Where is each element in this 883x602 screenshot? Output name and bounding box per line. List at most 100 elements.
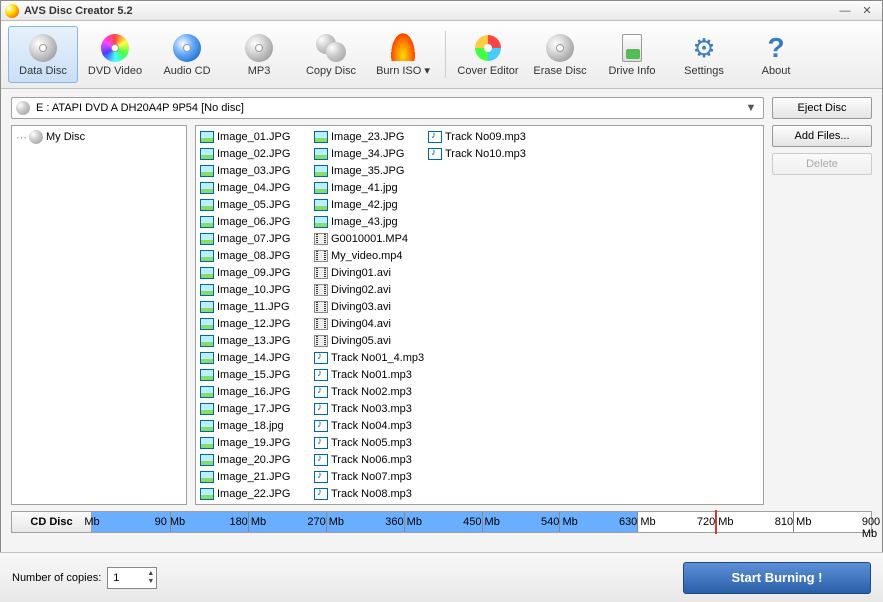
file-name: Image_16.JPG (217, 386, 290, 398)
file-item[interactable]: Image_34.JPG (312, 145, 426, 162)
vid-file-icon (314, 301, 328, 313)
file-item[interactable]: Image_05.JPG (198, 196, 312, 213)
img-file-icon (314, 199, 328, 211)
file-item[interactable]: Image_13.JPG (198, 332, 312, 349)
minimize-button[interactable]: — (834, 4, 856, 18)
copy-disc-button[interactable]: Copy Disc (296, 26, 366, 83)
file-item[interactable]: Track No03.mp3 (312, 400, 426, 417)
file-item[interactable]: Image_35.JPG (312, 162, 426, 179)
spinner-down-icon[interactable]: ▼ (147, 578, 154, 586)
aud-file-icon (314, 369, 328, 381)
file-item[interactable]: Track No01.mp3 (312, 366, 426, 383)
file-item[interactable]: Track No07.mp3 (312, 468, 426, 485)
file-item[interactable]: Image_18.jpg (198, 417, 312, 434)
file-name: Diving04.avi (331, 318, 391, 330)
file-item[interactable]: Track No01_4.mp3 (312, 349, 426, 366)
file-item[interactable]: Diving03.avi (312, 298, 426, 315)
burn-iso-label: Burn ISO ▾ (376, 64, 430, 77)
file-name: Track No01_4.mp3 (331, 352, 424, 364)
audio-cd-button[interactable]: Audio CD (152, 26, 222, 83)
file-item[interactable]: Image_43.jpg (312, 213, 426, 230)
dvd-video-button[interactable]: DVD Video (80, 26, 150, 83)
file-item[interactable]: Image_15.JPG (198, 366, 312, 383)
file-item[interactable]: Image_20.JPG (198, 451, 312, 468)
file-item[interactable]: Diving01.avi (312, 264, 426, 281)
drive-text: E : ATAPI DVD A DH20A4P 9P54 [No disc] (36, 102, 743, 114)
file-item[interactable]: Image_06.JPG (198, 213, 312, 230)
file-item[interactable]: Image_12.JPG (198, 315, 312, 332)
file-item[interactable]: Image_08.JPG (198, 247, 312, 264)
file-item[interactable]: Track No02.mp3 (312, 383, 426, 400)
settings-button[interactable]: ⚙Settings (669, 26, 739, 83)
file-item[interactable]: Image_03.JPG (198, 162, 312, 179)
img-file-icon (200, 182, 214, 194)
file-item[interactable]: Diving02.avi (312, 281, 426, 298)
drive-selector[interactable]: E : ATAPI DVD A DH20A4P 9P54 [No disc] ▼ (11, 97, 764, 119)
file-item[interactable]: Image_21.JPG (198, 468, 312, 485)
mp3-button[interactable]: MP3 (224, 26, 294, 83)
file-item[interactable]: Image_19.JPG (198, 434, 312, 451)
file-item[interactable]: My_video.mp4 (312, 247, 426, 264)
file-item[interactable]: Diving05.avi (312, 332, 426, 349)
img-file-icon (200, 148, 214, 160)
file-name: Image_41.jpg (331, 182, 398, 194)
copies-input[interactable]: 1 ▲ ▼ (107, 567, 157, 589)
img-file-icon (314, 165, 328, 177)
cover-editor-button[interactable]: Cover Editor (453, 26, 523, 83)
file-name: Image_42.jpg (331, 199, 398, 211)
file-item[interactable]: Image_02.JPG (198, 145, 312, 162)
file-item[interactable]: Track No06.mp3 (312, 451, 426, 468)
file-item[interactable]: Track No09.mp3 (426, 128, 540, 145)
file-name: Image_12.JPG (217, 318, 290, 330)
disc-tree[interactable]: ⋯ My Disc (11, 125, 187, 505)
file-item[interactable]: Image_01.JPG (198, 128, 312, 145)
start-burning-button[interactable]: Start Burning ! (683, 562, 871, 594)
file-item[interactable]: Image_16.JPG (198, 383, 312, 400)
about-button[interactable]: ?About (741, 26, 811, 83)
mp3-icon (244, 33, 274, 63)
drive-info-button[interactable]: Drive Info (597, 26, 667, 83)
dropdown-arrow-icon: ▼ (743, 102, 759, 114)
file-item[interactable]: Track No05.mp3 (312, 434, 426, 451)
file-item[interactable]: Image_23.JPG (312, 128, 426, 145)
capacity-tick-label: 900 Mb (862, 516, 880, 540)
close-button[interactable]: ✕ (856, 4, 878, 18)
file-item[interactable]: Image_11.JPG (198, 298, 312, 315)
file-item[interactable]: Image_42.jpg (312, 196, 426, 213)
file-name: Image_14.JPG (217, 352, 290, 364)
file-item[interactable]: Image_10.JPG (198, 281, 312, 298)
eject-disc-button[interactable]: Eject Disc (772, 97, 872, 119)
file-name: Track No07.mp3 (331, 471, 412, 483)
spinner-up-icon[interactable]: ▲ (147, 570, 154, 578)
aud-file-icon (314, 403, 328, 415)
file-item[interactable]: Image_17.JPG (198, 400, 312, 417)
file-item[interactable]: Image_41.jpg (312, 179, 426, 196)
data-disc-button[interactable]: Data Disc (8, 26, 78, 83)
erase-disc-button[interactable]: Erase Disc (525, 26, 595, 83)
file-item[interactable]: Track No08.mp3 (312, 485, 426, 502)
img-file-icon (314, 182, 328, 194)
file-item[interactable]: Image_22.JPG (198, 485, 312, 502)
tree-root-item[interactable]: ⋯ My Disc (16, 130, 182, 144)
capacity-bar: CD Disc Mb90 Mb180 Mb270 Mb360 Mb450 Mb5… (11, 511, 872, 533)
img-file-icon (314, 148, 328, 160)
title-bar: AVS Disc Creator 5.2 — ✕ (1, 1, 882, 21)
add-files-button[interactable]: Add Files... (772, 125, 872, 147)
file-list[interactable]: Image_01.JPGImage_02.JPGImage_03.JPGImag… (195, 125, 764, 505)
file-name: My_video.mp4 (331, 250, 403, 262)
file-item[interactable]: Diving04.avi (312, 315, 426, 332)
file-item[interactable]: Image_04.JPG (198, 179, 312, 196)
file-item[interactable]: Image_14.JPG (198, 349, 312, 366)
file-item[interactable]: Track No04.mp3 (312, 417, 426, 434)
file-item[interactable]: Track No10.mp3 (426, 145, 540, 162)
file-name: Image_04.JPG (217, 182, 290, 194)
file-item[interactable]: G0010001.MP4 (312, 230, 426, 247)
file-item[interactable]: Image_07.JPG (198, 230, 312, 247)
file-item[interactable]: Image_09.JPG (198, 264, 312, 281)
file-name: G0010001.MP4 (331, 233, 408, 245)
burn-iso-button[interactable]: Burn ISO ▾ (368, 26, 438, 83)
file-name: Image_22.JPG (217, 488, 290, 500)
cover-editor-icon (473, 33, 503, 63)
disc-icon (16, 101, 30, 115)
file-name: Image_01.JPG (217, 131, 290, 143)
